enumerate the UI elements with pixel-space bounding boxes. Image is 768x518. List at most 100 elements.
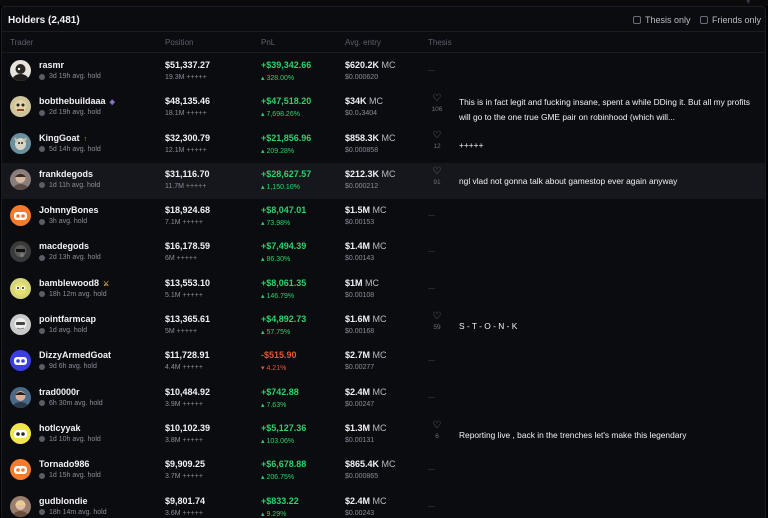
heart-icon: ♡ — [432, 93, 442, 105]
entry-price: $0.00131 — [345, 436, 375, 444]
avatar[interactable] — [10, 277, 31, 299]
avatar[interactable] — [10, 459, 31, 481]
thesis-only-filter[interactable]: Thesis only — [633, 14, 691, 26]
avatar[interactable] — [10, 422, 31, 444]
position-value: $9,801.74 — [165, 495, 206, 506]
table-row[interactable]: JohnnyBones 3h avg. hold $18,924.68 7.1M ++… — [2, 199, 765, 235]
avatar[interactable] — [10, 132, 31, 154]
avatar[interactable] — [10, 241, 31, 263]
like-button[interactable]: ♡ 6 — [428, 419, 446, 440]
avatar[interactable] — [10, 350, 31, 372]
table-row[interactable]: DizzyArmedGoat 9d 6h avg. hold $11,728.91 4… — [2, 344, 765, 380]
friends-only-filter[interactable]: Friends only — [700, 14, 761, 26]
entry-price: $0.0₄3404 — [345, 110, 378, 118]
trend-arrow-icon: ▴ — [261, 183, 265, 191]
like-button[interactable]: ♡ 106 — [428, 93, 446, 114]
avatar[interactable] — [10, 205, 31, 227]
trader-name[interactable]: bobthebuildaaa ◈ — [39, 96, 115, 106]
table-row[interactable]: frankdegods 1d 11h avg. hold $31,116.70 11.… — [2, 162, 765, 200]
trader-name[interactable]: hotlcyyak — [39, 423, 81, 433]
trader-name[interactable]: rasmr — [39, 60, 64, 70]
thesis-text[interactable]: S - T - O - N - K — [459, 319, 751, 334]
pnl-value: +$21,856.96 — [261, 132, 312, 143]
trader-name[interactable]: gudblondie — [39, 496, 88, 506]
avatar[interactable] — [10, 386, 31, 408]
table-row[interactable]: trad0000r 6h 30m avg. hold $10,484.92 3.9M … — [2, 381, 765, 417]
trader-name[interactable]: frankdegods — [39, 169, 93, 179]
trend-arrow-icon: ▴ — [261, 292, 265, 300]
heart-icon: ♡ — [432, 419, 442, 431]
entry-price: $0.00153 — [345, 219, 375, 227]
thesis-text[interactable]: ngl vlad not gonna talk about gamestop e… — [459, 174, 751, 189]
avatar[interactable] — [10, 168, 31, 190]
avatar[interactable] — [10, 314, 31, 336]
avg-hold: 3d 19h avg. hold — [39, 73, 101, 80]
position-tokens: 3.8M +++++ — [165, 436, 203, 444]
column-thesis: Thesis — [428, 38, 452, 47]
friends-only-checkbox[interactable] — [700, 16, 708, 24]
entry-market-cap: $1.3M MC — [345, 422, 387, 433]
pnl-percent: ▴ 209.28% — [261, 147, 295, 155]
trader-name[interactable]: KingGoat ↑ — [39, 133, 87, 143]
entry-price: $0.00168 — [345, 328, 375, 336]
pnl-value: +$5,127.36 — [261, 422, 307, 433]
avg-hold: 1d 11h avg. hold — [39, 182, 100, 189]
thesis-text[interactable]: Reporting live , back in the trenches le… — [459, 428, 751, 443]
table-row[interactable]: pointfarmcap 1d avg. hold $13,365.61 5M +++… — [2, 308, 765, 344]
trader-name[interactable]: DizzyArmedGoat — [39, 350, 111, 360]
trader-name[interactable]: macdegods — [39, 241, 89, 251]
pnl-value: +$4,892.73 — [261, 314, 307, 325]
pnl-value: +$6,678.88 — [261, 459, 307, 470]
table-row[interactable]: KingGoat ↑ 5d 14h avg. hold $32,300.79 12.1M… — [2, 127, 765, 163]
table-row[interactable]: rasmr 3d 19h avg. hold $51,337.27 19.3M +++… — [2, 54, 765, 90]
avatar[interactable] — [10, 96, 31, 118]
column-position[interactable]: Position — [165, 38, 193, 47]
clock-icon — [39, 254, 45, 261]
entry-price: $0.00143 — [345, 255, 375, 263]
table-row[interactable]: bamblewood8 ⚔ 18h 12m avg. hold $13,553.10 5… — [2, 272, 765, 308]
holders-table: rasmr 3d 19h avg. hold $51,337.27 19.3M +++… — [2, 54, 765, 518]
trader-name[interactable]: JohnnyBones — [39, 205, 99, 215]
like-button[interactable]: ♡ 91 — [428, 166, 446, 186]
clock-icon — [39, 291, 45, 298]
heart-icon: ♡ — [432, 129, 442, 141]
pnl-value: +$742.88 — [261, 386, 299, 397]
position-value: $11,728.91 — [165, 350, 210, 361]
entry-market-cap: $620.2K MC — [345, 60, 396, 70]
column-trader[interactable]: Trader — [10, 38, 33, 47]
entry-market-cap: $1.6M MC — [345, 314, 387, 325]
thesis-text[interactable]: This is in fact legit and fucking insane… — [459, 95, 751, 125]
clock-icon — [39, 73, 45, 80]
pnl-value: +$8,061.35 — [261, 277, 307, 288]
table-row[interactable]: Tornado986 1d 15h avg. hold $9,909.25 3.7M … — [2, 453, 765, 489]
position-value: $32,300.79 — [165, 132, 211, 143]
thesis-only-checkbox[interactable] — [633, 16, 641, 24]
avatar[interactable] — [10, 60, 31, 81]
table-row[interactable]: macdegods 2d 13h avg. hold $16,178.59 6M ++… — [2, 235, 765, 271]
trader-name[interactable]: trad0000r — [39, 387, 80, 397]
pnl-percent: ▾ 4.21% — [261, 365, 287, 373]
trader-name[interactable]: pointfarmcap — [39, 314, 96, 324]
column-pnl[interactable]: PnL — [261, 38, 275, 47]
like-button[interactable]: ♡ 12 — [428, 129, 446, 150]
trader-name[interactable]: bamblewood8 ⚔ — [39, 278, 109, 288]
pnl-percent: ▴ 7.63% — [261, 401, 287, 409]
thesis-text[interactable]: +++++ — [459, 138, 751, 153]
trend-arrow-icon: ▴ — [261, 401, 265, 409]
pnl-percent: ▴ 103.06% — [261, 437, 295, 445]
like-button[interactable]: ♡ 59 — [428, 312, 446, 332]
position-tokens: 5M +++++ — [165, 328, 198, 336]
table-row[interactable]: gudblondie 18h 14m avg. hold $9,801.74 3.6M… — [2, 490, 765, 518]
pnl-percent: ▴ 206.75% — [261, 474, 295, 482]
entry-price: $0.000212 — [345, 182, 379, 190]
table-row[interactable]: hotlcyyak 1d 10h avg. hold $10,102.39 3.8M … — [2, 417, 765, 453]
table-row[interactable]: bobthebuildaaa ◈ 2d 19h avg. hold $48,135.4… — [2, 90, 765, 126]
trend-arrow-icon: ▴ — [261, 147, 265, 155]
trader-name[interactable]: Tornado986 — [39, 459, 89, 469]
entry-market-cap: $2.7M MC — [345, 350, 387, 361]
position-tokens: 4.4M +++++ — [165, 364, 203, 372]
empty-thesis-dash: — — [428, 212, 435, 220]
entry-market-cap: $2.4M MC — [345, 386, 387, 397]
avatar[interactable] — [10, 495, 31, 517]
column-avg-entry[interactable]: Avg. entry — [345, 38, 381, 47]
